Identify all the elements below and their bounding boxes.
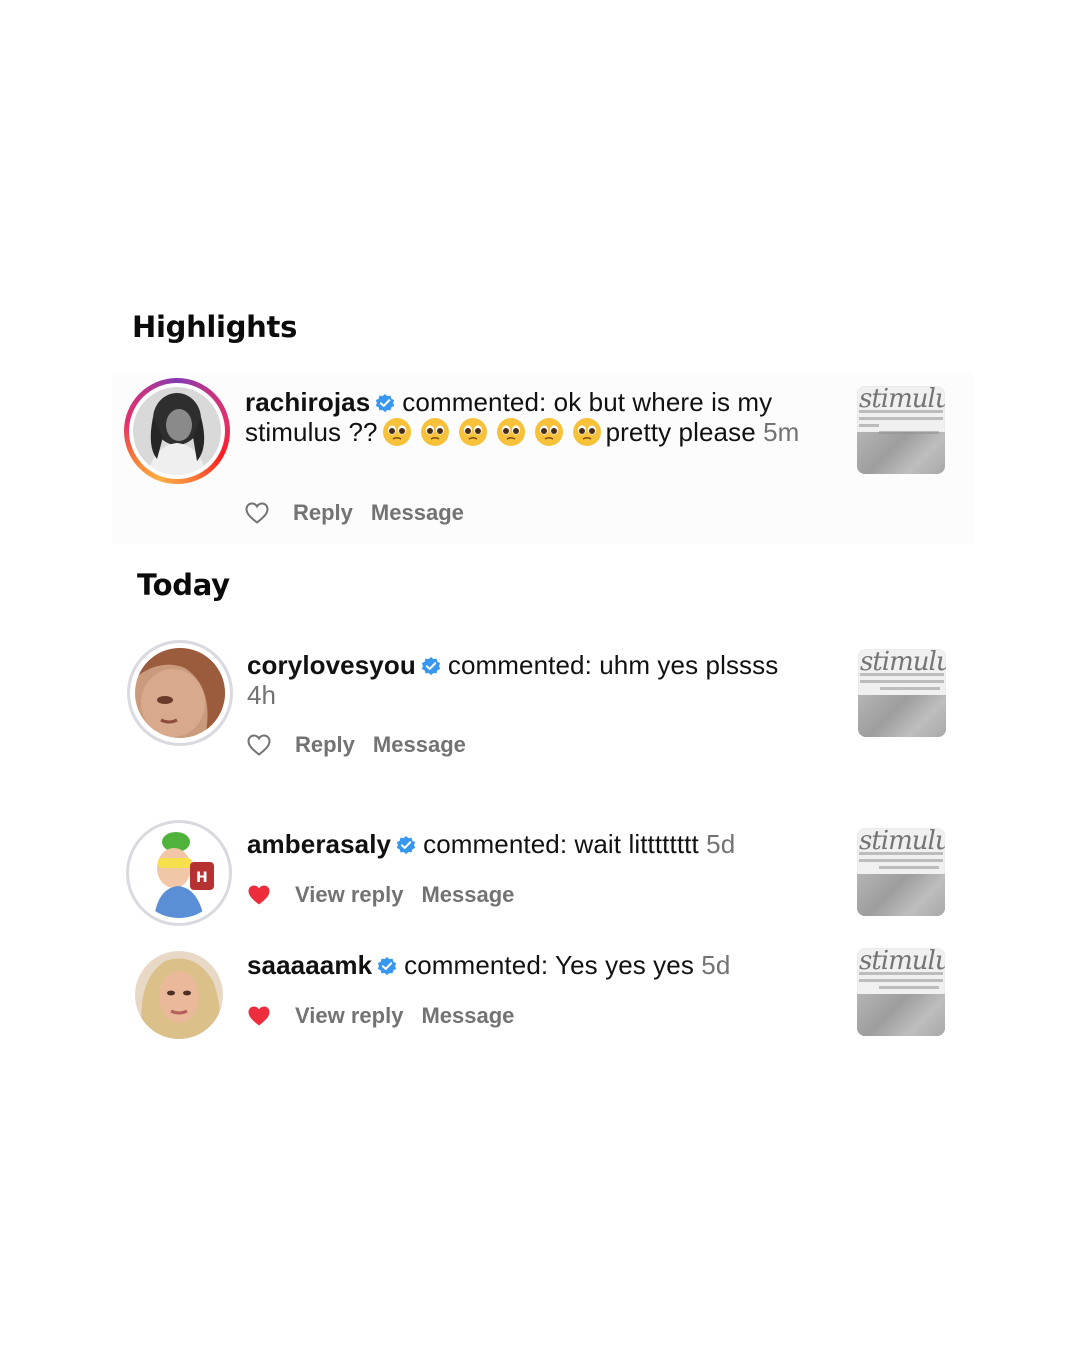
section-title-today: Today [137, 568, 230, 602]
post-thumbnail[interactable]: stimulus [857, 828, 945, 916]
heart-filled-icon[interactable] [247, 1005, 271, 1027]
verified-badge-icon [395, 832, 417, 855]
post-thumbnail[interactable]: stimulus [857, 948, 945, 1036]
notification-actions: Reply Message [245, 500, 482, 526]
comment-text-continued: pretty please [605, 417, 756, 447]
view-reply-button[interactable]: View reply [295, 882, 403, 908]
message-button[interactable]: Message [371, 500, 464, 526]
username[interactable]: saaaaamk [247, 950, 372, 980]
timestamp: 4h [247, 680, 277, 710]
section-title-highlights: Highlights [132, 310, 298, 344]
notification-actions: Reply Message [247, 732, 484, 758]
avatar[interactable]: H [126, 820, 232, 926]
heart-outline-icon[interactable] [247, 734, 271, 756]
timestamp: 5m [763, 417, 800, 447]
avatar[interactable] [134, 950, 224, 1040]
notification-actions: View reply Message [247, 882, 532, 908]
heart-outline-icon[interactable] [245, 502, 269, 524]
notification-text: amberasaly commented: wait litttttttt 5d [247, 829, 847, 859]
svg-text:H: H [196, 870, 208, 886]
avatar[interactable] [127, 640, 233, 746]
timestamp: 5d [706, 829, 736, 859]
avatar[interactable] [124, 378, 230, 484]
notification-actions: View reply Message [247, 1003, 532, 1029]
verified-badge-icon [374, 390, 396, 413]
reply-button[interactable]: Reply [293, 500, 353, 526]
username[interactable]: rachirojas [245, 387, 370, 417]
notification-text: corylovesyou commented: uhm yes plssss 4h [247, 650, 807, 710]
pleading-face-emoji-icon [378, 417, 606, 447]
comment-text: commented: Yes yes yes [404, 950, 694, 980]
message-button[interactable]: Message [373, 732, 466, 758]
view-reply-button[interactable]: View reply [295, 1003, 403, 1029]
reply-button[interactable]: Reply [295, 732, 355, 758]
message-button[interactable]: Message [421, 882, 514, 908]
message-button[interactable]: Message [421, 1003, 514, 1029]
notification-text: saaaaamk commented: Yes yes yes 5d [247, 950, 847, 980]
comment-text: commented: wait litttttttt [423, 829, 699, 859]
notification-text: rachirojas commented: ok but where is my … [245, 387, 835, 447]
verified-badge-icon [420, 653, 442, 676]
username[interactable]: corylovesyou [247, 650, 416, 680]
comment-text: commented: uhm yes plssss [447, 650, 779, 680]
heart-filled-icon[interactable] [247, 884, 271, 906]
username[interactable]: amberasaly [247, 829, 391, 859]
post-thumbnail[interactable]: stimulus [857, 386, 945, 474]
post-thumbnail[interactable]: stimulus [858, 649, 946, 737]
timestamp: 5d [701, 950, 731, 980]
verified-badge-icon [376, 953, 398, 976]
